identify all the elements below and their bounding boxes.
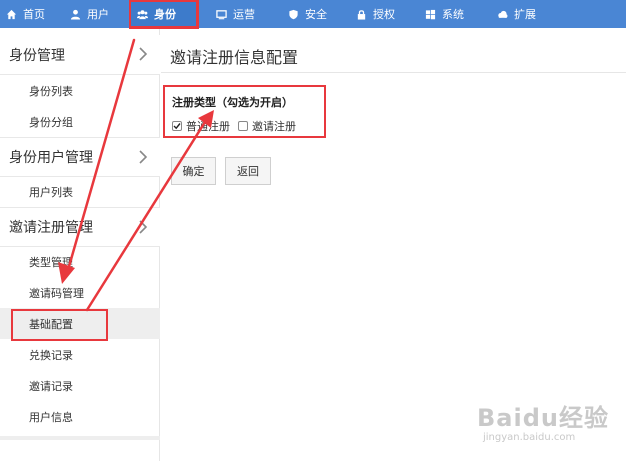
sidebar-item-label: 邀请记录 [29, 379, 73, 393]
sidebar-item-invite-records[interactable]: 邀请记录 [0, 370, 160, 401]
page-title: 邀请注册信息配置 [170, 48, 299, 67]
nav-item-label: 授权 [373, 8, 395, 21]
sidebar-group-label: 邀请注册管理 [9, 220, 93, 236]
sidebar-item-user-list[interactable]: 用户列表 [0, 176, 160, 207]
top-navigation-bar: 首页 用户 身份 运营 安全 授权 系统 扩展 [0, 0, 626, 28]
nav-item-system[interactable]: 系统 [425, 0, 464, 28]
shield-icon [288, 9, 299, 20]
nav-item-operations[interactable]: 运营 [216, 0, 255, 28]
sidebar-item-label: 身份分组 [29, 115, 73, 129]
sidebar-item-user-info[interactable]: 用户信息 [0, 401, 160, 432]
nav-item-home[interactable]: 首页 [6, 0, 45, 28]
watermark-url: jingyan.baidu.com [483, 432, 576, 443]
nav-item-label: 用户 [87, 8, 109, 21]
watermark-logo: Baidu经验 [477, 404, 609, 432]
sidebar-bottom-bar [0, 436, 160, 440]
sidebar-item-invite-code-management[interactable]: 邀请码管理 [0, 277, 160, 308]
sidebar-item-identity-groups[interactable]: 身份分组 [0, 106, 160, 137]
chevron-right-icon [139, 47, 148, 61]
nav-item-label: 运营 [233, 8, 255, 21]
sidebar-group-label: 身份用户管理 [9, 150, 93, 166]
highlight-box-sidebar [11, 309, 108, 341]
monitor-icon [216, 9, 227, 20]
highlight-box-options [163, 85, 326, 138]
chevron-right-icon [139, 150, 148, 164]
sidebar-item-label: 类型管理 [29, 255, 73, 269]
sidebar-item-label: 用户信息 [29, 410, 73, 424]
back-button[interactable]: 返回 [225, 157, 271, 185]
nav-item-label: 系统 [442, 8, 464, 21]
sidebar-item-label: 用户列表 [29, 185, 73, 199]
sidebar-item-redemption-records[interactable]: 兑换记录 [0, 339, 160, 370]
user-icon [70, 9, 81, 20]
sidebar-group-identity-management[interactable]: 身份管理 [0, 35, 160, 75]
sidebar-group-invite-registration-management[interactable]: 邀请注册管理 [0, 207, 160, 247]
sidebar-item-type-management[interactable]: 类型管理 [0, 246, 160, 277]
watermark: Baidu经验 jingyan.baidu.com [477, 398, 617, 450]
lock-icon [356, 9, 367, 20]
sidebar-item-label: 兑换记录 [29, 348, 73, 362]
chevron-right-icon [139, 220, 148, 234]
sidebar-group-identity-user-management[interactable]: 身份用户管理 [0, 137, 160, 177]
nav-item-label: 安全 [305, 8, 327, 21]
nav-item-extensions[interactable]: 扩展 [497, 0, 536, 28]
nav-item-security[interactable]: 安全 [288, 0, 327, 28]
sidebar: 身份管理 身份列表 身份分组 身份用户管理 用户列表 邀请注册管理 类型管理 邀… [0, 28, 160, 461]
nav-item-label: 扩展 [514, 8, 536, 21]
sidebar-group-label: 身份管理 [9, 47, 65, 64]
nav-item-label: 首页 [23, 8, 45, 21]
confirm-button[interactable]: 确定 [171, 157, 216, 185]
title-divider [161, 72, 626, 73]
sidebar-item-identity-list[interactable]: 身份列表 [0, 75, 160, 106]
highlight-box-nav [129, 0, 199, 29]
sidebar-item-label: 身份列表 [29, 84, 73, 98]
nav-item-user[interactable]: 用户 [70, 0, 109, 28]
windows-icon [425, 9, 436, 20]
cloud-icon [497, 9, 508, 20]
home-icon [6, 9, 17, 20]
sidebar-item-label: 邀请码管理 [29, 286, 84, 300]
nav-item-authorization[interactable]: 授权 [356, 0, 395, 28]
